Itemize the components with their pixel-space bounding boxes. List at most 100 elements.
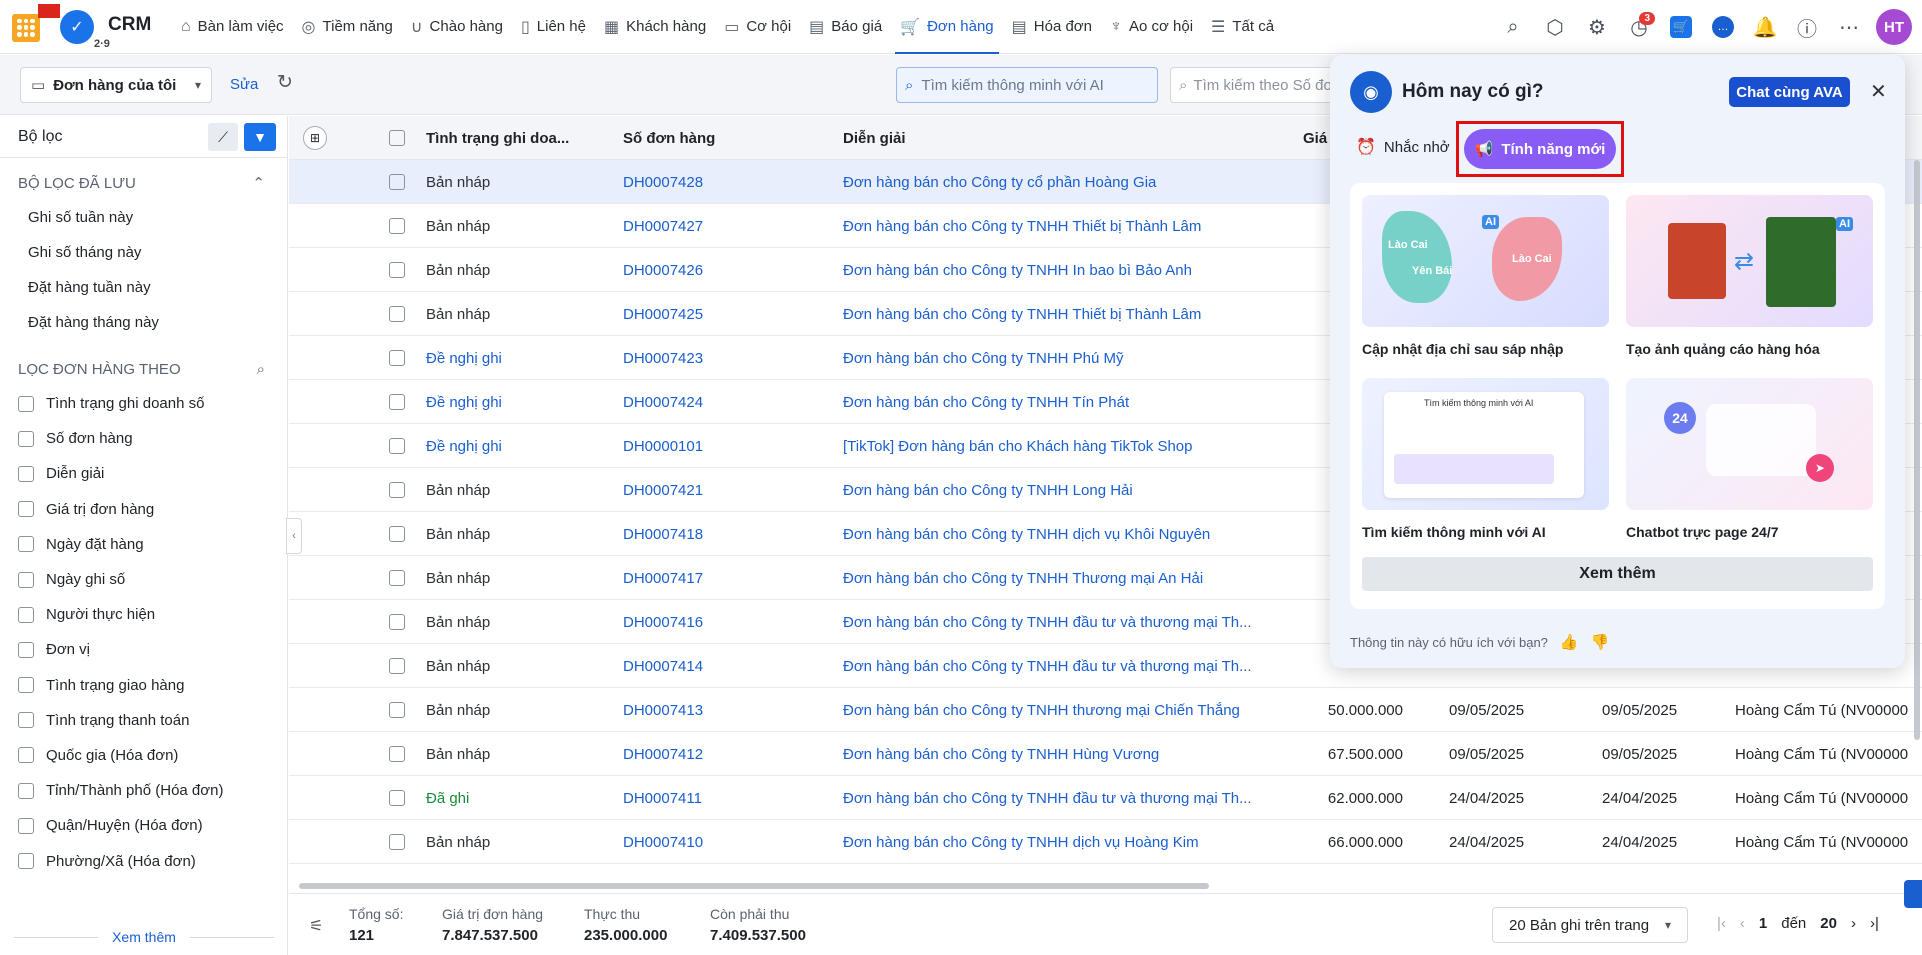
current-page[interactable]: 1 (1759, 915, 1767, 932)
avatar[interactable]: HT (1876, 9, 1912, 45)
row-checkbox[interactable] (389, 512, 417, 556)
row-checkbox[interactable] (389, 336, 417, 380)
checkbox[interactable] (18, 817, 34, 834)
cell-order-no[interactable]: DH0007412 (623, 732, 703, 776)
table-row[interactable]: Bản nháp DH0007412 Đơn hàng bán cho Công t… (289, 732, 1922, 776)
checkbox[interactable] (389, 614, 405, 630)
checkbox[interactable] (389, 394, 405, 410)
row-checkbox[interactable] (389, 380, 417, 424)
table-row[interactable]: Bản nháp DH0007413 Đơn hàng bán cho Công t… (289, 688, 1922, 732)
filter-option[interactable]: Giá trị đơn hàng (0, 492, 287, 527)
cell-order-no[interactable]: DH0007425 (623, 292, 703, 336)
search-icon[interactable]: ⌕ (257, 361, 265, 378)
table-row[interactable]: Đã ghi DH0007411 Đơn hàng bán cho Công ty … (289, 776, 1922, 820)
view-select[interactable]: ▭ Đơn hàng của tôi ▾ (20, 67, 212, 103)
app-logo[interactable]: ✓ CRM 2·9 (0, 0, 172, 54)
cell-description[interactable]: Đơn hàng bán cho Công ty TNHH đầu tư và … (843, 644, 1263, 688)
filter-option[interactable]: Số đơn hàng (0, 421, 287, 456)
checkbox[interactable] (18, 712, 34, 729)
apps-grid-icon[interactable] (12, 13, 40, 42)
row-checkbox[interactable] (389, 468, 417, 512)
cell-order-no[interactable]: DH0007414 (623, 644, 703, 688)
filter-option[interactable]: Người thực hiện (0, 597, 287, 632)
row-checkbox[interactable] (389, 204, 417, 248)
close-icon[interactable]: ✕ (1870, 79, 1887, 104)
filter-option[interactable]: Tỉnh/Thành phố (Hóa đơn) (0, 773, 287, 808)
see-more-button[interactable]: Xem thêm (1362, 557, 1873, 591)
filter-icon[interactable]: ▼ (244, 123, 276, 151)
filter-option[interactable]: Ngày ghi số (0, 562, 287, 597)
checkbox[interactable] (389, 834, 405, 850)
nav-item-contacts[interactable]: ▯ Liên hệ (512, 0, 595, 54)
row-checkbox[interactable] (389, 688, 417, 732)
nav-item-orders[interactable]: 🛒 Đơn hàng (891, 0, 1002, 54)
cell-description[interactable]: Đơn hàng bán cho Công ty TNHH Thương mại… (843, 556, 1263, 600)
cell-description[interactable]: Đơn hàng bán cho Công ty TNHH đầu tư và … (843, 776, 1263, 820)
cell-description[interactable]: Đơn hàng bán cho Công ty cổ phần Hoàng G… (843, 160, 1263, 204)
tab-new-features[interactable]: 📢 Tính năng mới (1464, 129, 1616, 169)
nav-item-leads[interactable]: ◎ Tiềm năng (293, 0, 402, 54)
checkbox[interactable] (18, 571, 34, 588)
row-checkbox[interactable] (389, 248, 417, 292)
filter-option[interactable]: Tình trạng thanh toán (0, 703, 287, 738)
cell-description[interactable]: Đơn hàng bán cho Công ty TNHH Tín Phát (843, 380, 1263, 424)
more-icon[interactable]: ⋯ (1828, 6, 1870, 48)
cell-order-no[interactable]: DH0007413 (623, 688, 703, 732)
feature-card-ad-image[interactable]: ⇄ AI Tạo ảnh quảng cáo hàng hóa (1626, 195, 1873, 357)
header-status[interactable]: Tình trạng ghi doa... (426, 116, 569, 160)
chevron-up-icon[interactable]: ⌃ (252, 174, 265, 192)
feature-card-ai-search[interactable]: Tìm kiếm thông minh với AI Tìm kiếm thôn… (1362, 378, 1609, 540)
checkbox[interactable] (389, 746, 405, 762)
row-checkbox[interactable] (389, 644, 417, 688)
row-checkbox[interactable] (389, 820, 417, 864)
nav-item-customers[interactable]: ▦ Khách hàng (595, 0, 715, 54)
sliders-icon[interactable]: ⚟ (309, 916, 323, 936)
cell-description[interactable]: Đơn hàng bán cho Công ty TNHH Long Hải (843, 468, 1263, 512)
checkbox[interactable] (389, 262, 405, 278)
tab-reminder[interactable]: ⏰ Nhắc nhở (1356, 137, 1450, 157)
nav-item-opportunities[interactable]: ▭ Cơ hội (715, 0, 800, 54)
saved-filter-item[interactable]: Đặt hàng tháng này (28, 305, 259, 340)
chart-toggle-icon[interactable]: ⟋ (208, 123, 238, 151)
cell-order-no[interactable]: DH0007416 (623, 600, 703, 644)
row-checkbox[interactable] (389, 556, 417, 600)
filter-option[interactable]: Phường/Xã (Hóa đơn) (0, 843, 287, 878)
checkbox[interactable] (389, 218, 405, 234)
checkbox[interactable] (18, 677, 34, 694)
cell-description[interactable]: Đơn hàng bán cho Công ty TNHH dịch vụ Ho… (843, 820, 1263, 864)
filter-option[interactable]: Quận/Huyện (Hóa đơn) (0, 808, 287, 843)
cell-description[interactable]: [TikTok] Đơn hàng bán cho Khách hàng Tik… (843, 424, 1263, 468)
page-size-select[interactable]: 20 Bản ghi trên trang ▾ (1492, 907, 1688, 943)
cell-order-no[interactable]: DH0007427 (623, 204, 703, 248)
checkbox[interactable] (389, 570, 405, 586)
column-settings-icon[interactable]: ⊞ (303, 126, 327, 150)
checkbox[interactable] (18, 747, 34, 764)
chat-ava-button[interactable]: Chat cùng AVA (1729, 77, 1850, 107)
checkbox[interactable] (389, 790, 405, 806)
shop-icon[interactable]: 🛒 (1660, 6, 1702, 48)
chat-icon[interactable]: … (1702, 6, 1744, 48)
nav-item-all[interactable]: ☰ Tất cả (1202, 0, 1283, 54)
cell-order-no[interactable]: DH0007418 (623, 512, 703, 556)
search-input[interactable]: ⌕ Tìm kiếm theo Số đơn hàng (1170, 67, 1350, 103)
cell-description[interactable]: Đơn hàng bán cho Công ty TNHH dịch vụ Kh… (843, 512, 1263, 556)
cell-description[interactable]: Đơn hàng bán cho Công ty TNHH Thiết bị T… (843, 292, 1263, 336)
filter-option[interactable]: Quốc gia (Hóa đơn) (0, 738, 287, 773)
filter-option[interactable]: Đơn vị (0, 632, 287, 667)
cell-description[interactable]: Đơn hàng bán cho Công ty TNHH Hùng Vương (843, 732, 1263, 776)
nav-item-workspace[interactable]: ⌂ Bàn làm việc (172, 0, 293, 54)
nav-item-invoices[interactable]: ▤ Hóa đơn (1003, 0, 1101, 54)
saved-filter-item[interactable]: Đặt hàng tuần này (28, 270, 259, 305)
saved-filter-item[interactable]: Ghi số tháng này (28, 235, 259, 270)
row-checkbox[interactable] (389, 776, 417, 820)
row-checkbox[interactable] (389, 160, 417, 204)
bell-icon[interactable]: 🔔 (1744, 6, 1786, 48)
cell-order-no[interactable]: DH0007428 (623, 160, 703, 204)
prev-page-icon[interactable]: ‹ (1740, 915, 1745, 932)
filter-option[interactable]: Tình trạng ghi doanh số (0, 386, 287, 421)
saved-filter-item[interactable]: Ghi số tuần này (28, 200, 259, 235)
vertical-scrollbar[interactable] (1914, 160, 1920, 740)
cell-description[interactable]: Đơn hàng bán cho Công ty TNHH đầu tư và … (843, 600, 1263, 644)
table-row[interactable]: Bản nháp DH0007410 Đơn hàng bán cho Công t… (289, 820, 1922, 864)
first-page-icon[interactable]: |‹ (1717, 915, 1726, 932)
